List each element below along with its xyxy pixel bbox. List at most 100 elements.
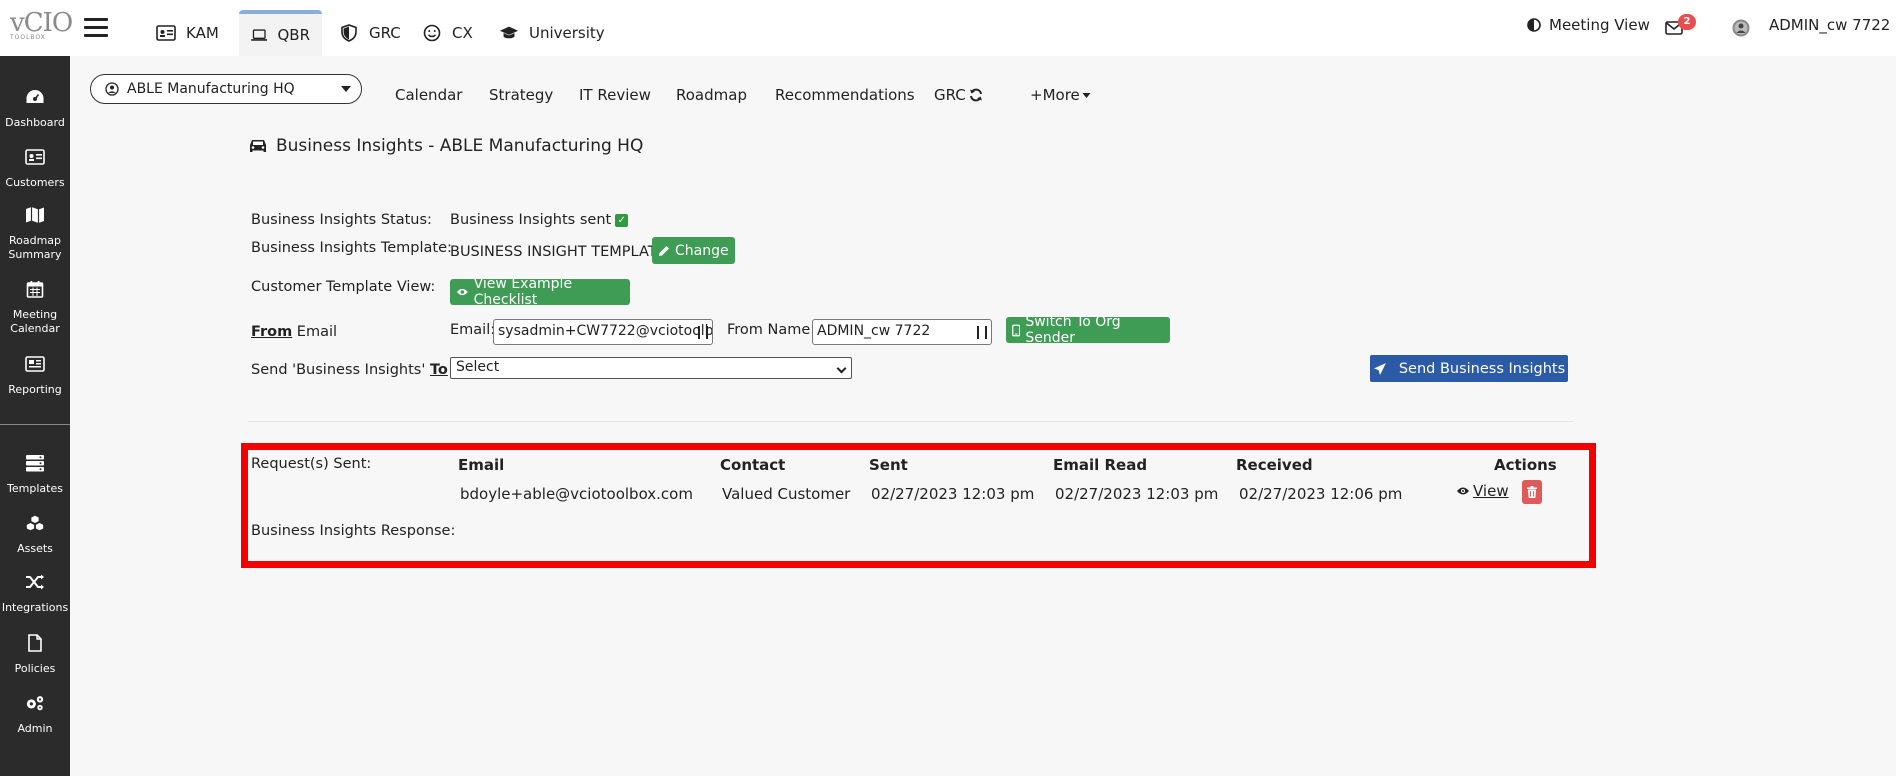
sidebar-item-roadmap-summary[interactable]: Roadmap Summary: [0, 206, 70, 262]
row-sent: 02/27/2023 12:03 pm: [871, 485, 1035, 503]
dashboard-icon: [26, 90, 44, 103]
cogs-icon: [26, 696, 44, 711]
from-name-label: From Name:: [727, 322, 816, 338]
send-to-label: Send 'Business Insights' To: [251, 362, 448, 378]
caret-down-icon: [341, 86, 351, 92]
tab-qbr[interactable]: QBR: [239, 10, 322, 56]
notification-badge: 2: [1678, 14, 1696, 30]
sidebar-item-assets[interactable]: Assets: [0, 514, 70, 556]
subnav-grc-label: GRC: [934, 86, 966, 104]
row-email: bdoyle+able@vciotoolbox.com: [460, 485, 693, 503]
report-icon: [25, 356, 45, 372]
from-email-value: sysadmin+CW7722@vciotoolbox.com: [498, 323, 713, 339]
subnav-more-label: +More: [1030, 86, 1080, 104]
tab-university[interactable]: University: [487, 10, 617, 56]
requests-highlight-box: [241, 443, 1596, 568]
sidebar-label-admin: Admin: [17, 722, 53, 735]
graduation-cap-icon: [499, 26, 519, 39]
send-to-select-value: Select: [456, 359, 500, 375]
subnav-grc[interactable]: GRC: [934, 86, 983, 104]
check-square-icon: ✓: [615, 213, 629, 227]
subnav-calendar[interactable]: Calendar: [395, 86, 462, 104]
map-icon: [26, 207, 44, 223]
main-content: ABLE Manufacturing HQ Calendar Strategy …: [70, 56, 1896, 776]
tab-cx[interactable]: CX: [410, 10, 485, 56]
subnav-recommendations[interactable]: Recommendations: [775, 86, 915, 104]
id-card-icon: [25, 149, 45, 165]
user-avatar[interactable]: [1732, 19, 1750, 41]
page-title-text: Business Insights - ABLE Manufacturing H…: [276, 136, 644, 156]
file-icon: [28, 634, 42, 652]
change-template-label: Change: [675, 242, 729, 259]
send-to-select[interactable]: Select: [450, 357, 852, 379]
subnav-more-dropdown[interactable]: +More: [1030, 86, 1091, 104]
tab-cx-label: CX: [452, 24, 473, 42]
divider: [248, 421, 1573, 422]
tab-kam[interactable]: KAM: [144, 10, 231, 56]
customer-select[interactable]: ABLE Manufacturing HQ: [90, 74, 362, 104]
sidebar-item-customers[interactable]: Customers: [0, 148, 70, 190]
user-name[interactable]: ADMIN_cw 7722: [1769, 16, 1890, 34]
sidebar-label-assets: Assets: [17, 542, 53, 555]
sidebar-label-templates: Templates: [7, 482, 63, 495]
eye-icon: [456, 288, 468, 296]
vcio-logo[interactable]: vCIO TOOLBOX: [10, 8, 73, 48]
send-business-insights-button[interactable]: Send Business Insights: [1370, 355, 1568, 382]
meeting-view-toggle[interactable]: Meeting View: [1527, 16, 1650, 34]
smile-icon: [423, 24, 441, 42]
status-label: Business Insights Status:: [251, 212, 432, 228]
sidebar-label-integrations: Integrations: [1, 601, 69, 614]
view-request-link[interactable]: View: [1456, 482, 1509, 500]
switch-to-org-sender-label: Switch To Org Sender: [1025, 314, 1121, 346]
tab-university-label: University: [529, 24, 605, 42]
sidebar-item-integrations[interactable]: Integrations: [0, 573, 70, 615]
pencil-icon: [659, 245, 669, 256]
send-to-label-text: Send 'Business Insights': [251, 362, 426, 378]
tab-grc[interactable]: GRC: [327, 10, 413, 56]
from-name-field[interactable]: ADMIN_cw 7722: [812, 319, 992, 345]
top-bar: vCIO TOOLBOX KAM QBR GRC CX University M…: [0, 0, 1896, 56]
sidebar-label-dashboard: Dashboard: [5, 116, 65, 129]
car-icon: [250, 140, 266, 152]
row-email-read: 02/27/2023 12:03 pm: [1055, 485, 1219, 503]
trash-icon: [1527, 486, 1537, 498]
row-received: 02/27/2023 12:06 pm: [1239, 485, 1403, 503]
from-label-bold: From: [251, 324, 293, 340]
tab-kam-label: KAM: [186, 24, 219, 42]
delete-request-button[interactable]: [1522, 480, 1542, 504]
template-label: Business Insights Template:: [251, 240, 452, 256]
col-header-contact: Contact: [720, 456, 786, 474]
id-card-icon: [156, 25, 176, 41]
user-circle-icon: [105, 82, 119, 96]
subnav-it-review[interactable]: IT Review: [579, 86, 651, 104]
cubes-icon: [26, 515, 44, 531]
hamburger-menu-icon[interactable]: [84, 18, 108, 38]
sidebar-label-meeting-calendar: Meeting Calendar: [10, 308, 60, 335]
status-value: Business Insights sent ✓: [450, 212, 629, 228]
subnav-roadmap[interactable]: Roadmap: [676, 86, 747, 104]
sidebar-item-dashboard[interactable]: Dashboard: [0, 88, 70, 130]
meeting-view-label: Meeting View: [1549, 16, 1650, 34]
from-label-rest: Email: [292, 324, 338, 340]
sidebar-label-policies: Policies: [14, 662, 56, 675]
sidebar-item-policies[interactable]: Policies: [0, 634, 70, 676]
laptop-icon: [251, 29, 268, 41]
field-handle-icon: [977, 326, 987, 339]
from-email-field[interactable]: sysadmin+CW7722@vciotoolbox.com: [493, 319, 713, 345]
sidebar-item-meeting-calendar[interactable]: Meeting Calendar: [0, 280, 70, 336]
switch-to-org-sender-button[interactable]: Switch To Org Sender: [1006, 314, 1170, 346]
template-value: BUSINESS INSIGHT TEMPLATE: [450, 244, 666, 260]
sidebar-label-roadmap-summary: Roadmap Summary: [8, 234, 62, 261]
business-insights-response-label: Business Insights Response:: [251, 523, 456, 539]
mobile-icon: [1012, 324, 1021, 336]
view-example-checklist-button[interactable]: View Example Checklist: [450, 276, 630, 308]
sidebar-item-reporting[interactable]: Reporting: [0, 355, 70, 397]
sidebar-item-admin[interactable]: Admin: [0, 694, 70, 736]
change-template-button[interactable]: Change: [652, 237, 735, 264]
sidebar-label-customers: Customers: [5, 176, 65, 189]
col-header-received: Received: [1236, 456, 1313, 474]
shuffle-icon: [26, 574, 44, 590]
row-contact: Valued Customer: [722, 485, 851, 503]
subnav-strategy[interactable]: Strategy: [489, 86, 553, 104]
sidebar-item-templates[interactable]: Templates: [0, 454, 70, 496]
